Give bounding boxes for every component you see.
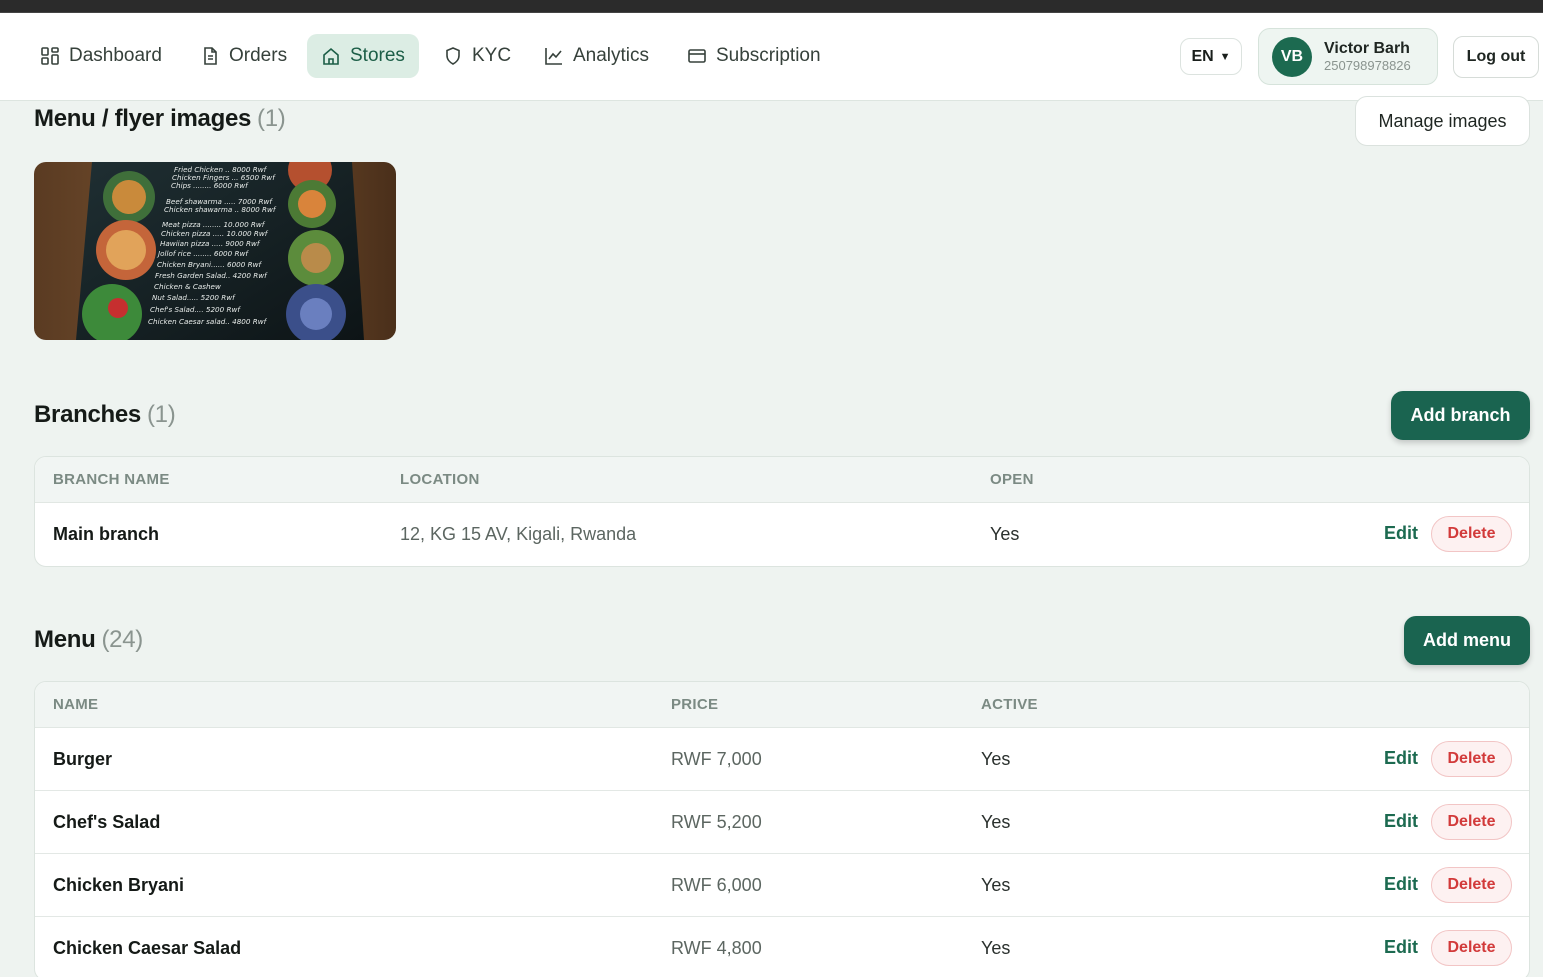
avatar: VB <box>1272 36 1312 77</box>
nav-item-kyc[interactable]: KYC <box>429 34 525 78</box>
nav-item-dashboard[interactable]: Dashboard <box>26 34 176 78</box>
caret-down-icon: ▼ <box>1219 50 1231 63</box>
flyer-text-line: Meat pizza ........ 10.000 Rwf <box>162 220 266 229</box>
nav-item-analytics[interactable]: Analytics <box>530 34 663 78</box>
user-phone: 250798978826 <box>1324 58 1411 73</box>
table-row[interactable]: Chicken Bryani RWF 6,000 Yes Edit Delete <box>35 854 1529 917</box>
menu-item-name: Burger <box>53 749 113 769</box>
logout-button[interactable]: Log out <box>1453 36 1539 78</box>
flyer-text-line: Chicken Caesar salad.. 4800 Rwf <box>148 317 268 326</box>
edit-button[interactable]: Edit <box>1384 811 1418 832</box>
add-menu-button[interactable]: Add menu <box>1404 616 1530 665</box>
nav-item-orders[interactable]: Orders <box>186 34 301 78</box>
edit-button[interactable]: Edit <box>1384 937 1418 958</box>
menu-item-active: Yes <box>981 749 1011 769</box>
flyer-text-line: Fresh Garden Salad.. 4200 Rwf <box>155 271 268 280</box>
nav-item-label: KYC <box>472 45 512 66</box>
branches-count: (1) <box>146 401 176 428</box>
table-header: NAME PRICE ACTIVE <box>35 682 1529 728</box>
flyer-text-line: Hawiian pizza ..... 9000 Rwf <box>160 239 261 248</box>
menu-item-name: Chef's Salad <box>53 812 161 832</box>
flyer-text-line: Chicken & Cashew <box>154 282 221 291</box>
flyer-text-line: Nut Salad..... 5200 Rwf <box>152 293 236 302</box>
menu-item-price: RWF 4,800 <box>671 938 762 958</box>
branches-section-title: Branches (1) <box>34 401 176 429</box>
branches-title: Branches <box>34 401 141 428</box>
table-row[interactable]: Chef's Salad RWF 5,200 Yes Edit Delete <box>35 791 1529 854</box>
table-row[interactable]: Chicken Caesar Salad RWF 4,800 Yes Edit … <box>35 917 1529 977</box>
column-header-active[interactable]: ACTIVE <box>981 696 1038 713</box>
branch-open: Yes <box>990 524 1020 544</box>
column-header-name[interactable]: NAME <box>53 696 98 713</box>
column-header-location[interactable]: LOCATION <box>400 471 480 488</box>
menu-table: NAME PRICE ACTIVE Burger RWF 7,000 Yes E… <box>34 681 1530 977</box>
flyers-section-title: Menu / flyer images (1) <box>34 105 286 133</box>
column-header-open[interactable]: OPEN <box>990 471 1034 488</box>
flyers-count: (1) <box>257 105 286 132</box>
flyer-text-line: Jollof rice ........ 6000 Rwf <box>156 249 249 258</box>
delete-button[interactable]: Delete <box>1431 867 1512 903</box>
language-selector[interactable]: EN ▼ <box>1180 38 1242 75</box>
credit-card-icon <box>688 49 706 63</box>
home-icon <box>323 47 339 65</box>
language-value: EN <box>1191 47 1214 65</box>
flyer-text-line: Chef's Salad.... 5200 Rwf <box>150 305 241 314</box>
flyer-image-graphic: Fried Chicken .. 8000 Rwf Chicken Finger… <box>34 162 396 340</box>
table-header: BRANCH NAME LOCATION OPEN <box>35 457 1529 503</box>
menu-item-name: Chicken Caesar Salad <box>53 938 242 958</box>
browser-top-strip <box>0 0 1543 13</box>
shield-icon <box>446 47 460 65</box>
menu-item-active: Yes <box>981 875 1011 895</box>
user-name: Victor Barh <box>1324 40 1410 57</box>
flyers-title: Menu / flyer images <box>34 105 252 132</box>
delete-button[interactable]: Delete <box>1431 930 1512 966</box>
delete-button[interactable]: Delete <box>1431 516 1512 552</box>
menu-item-active: Yes <box>981 938 1011 958</box>
branch-name: Main branch <box>53 524 160 544</box>
nav-item-label: Subscription <box>716 45 821 66</box>
nav-item-label: Orders <box>229 45 288 66</box>
flyer-text-line: Chicken Bryani...... 6000 Rwf <box>157 260 262 269</box>
branch-location: 12, KG 15 AV, Kigali, Rwanda <box>400 524 637 544</box>
delete-button[interactable]: Delete <box>1431 741 1512 777</box>
top-navbar: Dashboard Orders Stores KYC Analytics Su… <box>0 13 1543 101</box>
flyer-text-line: Chips ........ 6000 Rwf <box>171 181 249 190</box>
manage-images-button[interactable]: Manage images <box>1355 96 1530 146</box>
menu-title: Menu <box>34 626 96 653</box>
menu-item-active: Yes <box>981 812 1011 832</box>
user-profile-card[interactable]: VB Victor Barh 250798978826 <box>1258 28 1438 85</box>
add-branch-button[interactable]: Add branch <box>1391 391 1530 440</box>
edit-button[interactable]: Edit <box>1384 874 1418 895</box>
column-header-price[interactable]: PRICE <box>671 696 718 713</box>
column-header-branch-name[interactable]: BRANCH NAME <box>53 471 170 488</box>
menu-item-price: RWF 6,000 <box>671 875 762 895</box>
nav-item-label: Analytics <box>573 45 650 66</box>
edit-button[interactable]: Edit <box>1384 748 1418 769</box>
edit-button[interactable]: Edit <box>1384 523 1418 544</box>
flyer-image[interactable]: Fried Chicken .. 8000 Rwf Chicken Finger… <box>34 162 396 340</box>
menu-count: (24) <box>101 626 143 653</box>
menu-section-title: Menu (24) <box>34 626 143 654</box>
nav-item-label: Dashboard <box>69 45 162 66</box>
branches-table: BRANCH NAME LOCATION OPEN Main branch 12… <box>34 456 1530 567</box>
flyer-text-line: Chicken pizza ..... 10.000 Rwf <box>161 229 269 238</box>
dashboard-grid-icon <box>41 47 59 65</box>
nav-item-subscription[interactable]: Subscription <box>673 34 835 78</box>
document-icon <box>204 47 217 65</box>
menu-item-price: RWF 5,200 <box>671 812 762 832</box>
delete-button[interactable]: Delete <box>1431 804 1512 840</box>
menu-item-price: RWF 7,000 <box>671 749 762 769</box>
line-chart-icon <box>545 48 562 65</box>
nav-item-label: Stores <box>350 45 405 66</box>
table-row[interactable]: Main branch 12, KG 15 AV, Kigali, Rwanda… <box>35 503 1529 566</box>
flyer-text-line: Chicken shawarma .. 8000 Rwf <box>164 205 277 214</box>
table-row[interactable]: Burger RWF 7,000 Yes Edit Delete <box>35 728 1529 791</box>
nav-item-stores[interactable]: Stores <box>307 34 419 78</box>
menu-item-name: Chicken Bryani <box>53 875 185 895</box>
